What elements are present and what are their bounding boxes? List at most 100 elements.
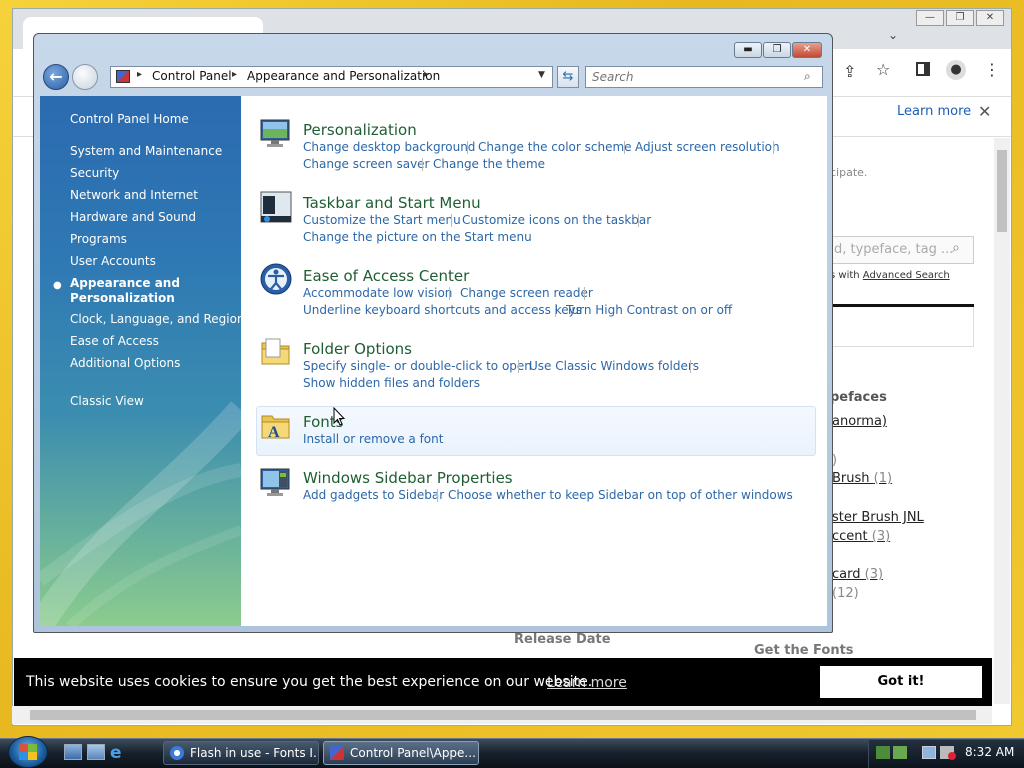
link-text: Brush (832, 471, 870, 486)
category-ease-of-access-title[interactable]: Ease of Access Center (303, 267, 469, 285)
web-typeface-link[interactable]: ster Brush JNL (832, 510, 924, 525)
task-pane-decoration (40, 401, 241, 626)
clock[interactable]: 8:32 AM (965, 745, 1014, 759)
category-personalization-title[interactable]: Personalization (303, 121, 417, 139)
forward-arrow-icon[interactable] (72, 64, 98, 90)
sidebar-panel-icon[interactable] (916, 62, 930, 76)
close-icon[interactable]: ✕ (976, 10, 1004, 26)
category-link[interactable]: Customize the Start menu (303, 213, 461, 227)
category-link[interactable]: Show hidden files and folders (303, 376, 480, 390)
category-link[interactable]: Use Classic Windows folders (529, 359, 699, 373)
breadcrumb-arrow-icon[interactable]: ▸ (424, 69, 429, 80)
left-item-appearance[interactable]: Appearance and Personalization (70, 276, 200, 306)
category-link[interactable]: Change the color scheme (478, 140, 632, 154)
category-link[interactable]: Change screen reader (460, 286, 593, 300)
internet-explorer-icon[interactable]: e (110, 743, 122, 763)
left-item-security[interactable]: Security (70, 166, 119, 180)
category-link[interactable]: Accommodate low vision (303, 286, 452, 300)
category-link[interactable]: Adjust screen resolution (635, 140, 780, 154)
web-typeface-link[interactable]: anorma) (832, 414, 887, 429)
chrome-icon (170, 746, 184, 760)
menu-dots-icon[interactable]: ⋮ (984, 60, 1000, 79)
horizontal-scrollbar-thumb[interactable] (30, 710, 976, 720)
link-separator (422, 158, 423, 171)
share-icon[interactable]: ⇪ (843, 62, 856, 81)
cookie-learn-more-link[interactable]: Learn more (547, 675, 627, 691)
category-link[interactable]: Customize icons on the taskbar (462, 213, 651, 227)
category-link[interactable]: Change desktop background (303, 140, 475, 154)
taskbar-button-browser[interactable]: Flash in use - Fonts I... (163, 741, 319, 765)
category-link[interactable]: Install or remove a font (303, 432, 443, 446)
left-item-ease-of-access[interactable]: Ease of Access (70, 334, 159, 348)
category-folder-options-title[interactable]: Folder Options (303, 340, 412, 358)
refresh-icon[interactable]: ⇆ (557, 66, 579, 88)
breadcrumb-arrow-icon[interactable]: ▸ (137, 69, 142, 80)
breadcrumb-arrow-icon[interactable]: ▸ (232, 69, 237, 80)
maximize-icon[interactable]: ❐ (763, 42, 791, 58)
web-typefaces-heading: pefaces (830, 390, 887, 405)
back-arrow-icon[interactable]: ← (43, 64, 69, 90)
classic-view-link[interactable]: Classic View (70, 394, 144, 408)
category-link[interactable]: Choose whether to keep Sidebar on top of… (448, 488, 793, 502)
category-link[interactable]: Change the picture on the Start menu (303, 230, 532, 244)
link-separator (451, 214, 452, 227)
vertical-scrollbar-thumb[interactable] (997, 150, 1007, 232)
category-link[interactable]: Specify single- or double-click to open (303, 359, 532, 373)
category-link[interactable]: Underline keyboard shortcuts and access … (303, 303, 582, 317)
close-icon[interactable]: ✕ (978, 102, 991, 121)
link-separator (437, 489, 438, 502)
taskbar-icon (260, 191, 292, 223)
category-link[interactable]: Turn High Contrast on or off (566, 303, 732, 317)
chevron-down-icon[interactable]: ⌄ (888, 28, 898, 42)
category-sidebar-title[interactable]: Windows Sidebar Properties (303, 469, 513, 487)
left-item-network[interactable]: Network and Internet (70, 188, 198, 202)
profile-icon[interactable]: ● (946, 60, 966, 80)
left-item-system-maintenance[interactable]: System and Maintenance (70, 144, 222, 158)
breadcrumb-control-panel[interactable]: Control Panel (152, 69, 232, 83)
advanced-search-link[interactable]: Advanced Search (863, 270, 950, 281)
web-typeface-count: (12) (832, 586, 859, 601)
link-text: card (832, 567, 861, 582)
web-typeface-link[interactable]: card (3) (832, 567, 883, 582)
close-icon[interactable]: ✕ (792, 42, 822, 58)
tray-app-icon[interactable] (876, 746, 890, 759)
breadcrumb-appearance[interactable]: Appearance and Personalization (247, 69, 440, 83)
minimize-icon[interactable]: — (916, 10, 944, 26)
taskbar-button-control-panel[interactable]: Control Panel\Appe... (323, 741, 479, 765)
control-panel-home-link[interactable]: Control Panel Home (70, 112, 189, 126)
show-desktop-icon[interactable] (64, 744, 82, 760)
web-typeface-link[interactable]: Brush (1) (832, 471, 892, 486)
left-item-programs[interactable]: Programs (70, 232, 127, 246)
link-separator (624, 141, 625, 154)
left-item-user-accounts[interactable]: User Accounts (70, 254, 156, 268)
folder-options-icon (261, 338, 290, 365)
left-item-clock-language[interactable]: Clock, Language, and Region (70, 312, 245, 326)
link-separator (638, 214, 639, 227)
category-link[interactable]: Change the theme (433, 157, 545, 171)
switch-windows-icon[interactable] (87, 744, 105, 760)
star-icon[interactable]: ☆ (876, 60, 890, 79)
info-learn-more-link[interactable]: Learn more (897, 104, 971, 119)
search-icon[interactable]: ⌕ (952, 240, 960, 256)
link-separator (773, 141, 774, 154)
chevron-down-icon[interactable]: ▼ (538, 70, 545, 80)
left-item-additional-options[interactable]: Additional Options (70, 356, 180, 370)
minimize-icon[interactable]: ▬ (734, 42, 762, 58)
cookie-accept-button[interactable]: Got it! (820, 666, 982, 698)
category-taskbar-title[interactable]: Taskbar and Start Menu (303, 194, 481, 212)
web-participate-text: cipate. (830, 166, 868, 179)
web-typeface-link[interactable]: ccent (3) (832, 529, 890, 544)
left-item-hardware[interactable]: Hardware and Sound (70, 210, 196, 224)
control-panel-icon (330, 746, 344, 760)
tray-app-icon[interactable] (893, 746, 907, 759)
search-input[interactable] (585, 66, 823, 88)
ease-of-access-icon (260, 263, 292, 295)
category-link[interactable]: Add gadgets to Sidebar (303, 488, 444, 502)
network-icon[interactable] (922, 746, 936, 759)
category-link[interactable]: Change screen saver (303, 157, 430, 171)
mouse-cursor-icon (333, 407, 346, 426)
search-icon[interactable]: ⌕ (804, 69, 811, 84)
link-count: (3) (864, 567, 884, 582)
maximize-icon[interactable]: ❐ (946, 10, 974, 26)
web-box (822, 307, 974, 347)
